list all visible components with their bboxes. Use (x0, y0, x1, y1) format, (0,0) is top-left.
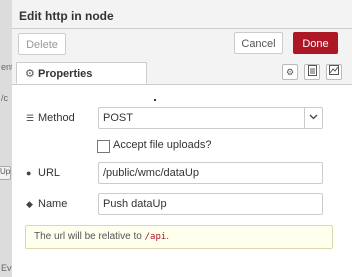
chevron-down-icon (304, 108, 322, 128)
backdrop-node: Up (0, 166, 11, 180)
tip-suffix: . (166, 231, 170, 242)
edit-node-tray: Edit http in node Delete Cancel Done ⚙ P… (12, 0, 352, 277)
tip-text: The url will be relative to (34, 231, 145, 242)
backdrop-text: /c (1, 93, 9, 103)
list-icon: ☰ (26, 113, 35, 123)
backdrop-text: Ev (1, 263, 12, 273)
url-tip: The url will be relative to /api. (25, 225, 333, 249)
url-input[interactable]: /public/wmc/dataUp (98, 162, 323, 184)
tip-code: /api (144, 232, 167, 242)
method-value: POST (103, 112, 133, 124)
url-label: ● URL (26, 167, 61, 179)
tray-header: Edit http in node (12, 0, 352, 29)
description-tab-icon[interactable] (304, 64, 320, 80)
accept-uploads-checkbox[interactable] (97, 140, 110, 153)
method-select[interactable]: POST (98, 107, 323, 129)
tray-title: Edit http in node (19, 9, 114, 23)
stray-dot (154, 99, 156, 101)
tag-icon: ◆ (26, 199, 33, 209)
settings-tab-icon[interactable]: ⚙ (282, 64, 298, 80)
done-button[interactable]: Done (293, 32, 338, 54)
document-icon (307, 65, 317, 76)
image-icon (329, 65, 339, 75)
delete-button[interactable]: Delete (18, 33, 66, 55)
gear-icon: ⚙ (25, 68, 35, 80)
tray-toolbar: Delete Cancel Done (12, 29, 352, 62)
globe-icon: ● (26, 168, 32, 178)
tab-properties[interactable]: ⚙ Properties (16, 62, 147, 84)
tab-properties-label: Properties (38, 68, 93, 80)
accept-uploads-label: Accept file uploads? (113, 139, 212, 151)
method-label: ☰ Method (26, 112, 75, 124)
name-input[interactable]: Push dataUp (98, 193, 323, 215)
properties-panel: ☰ Method POST Accept file uploads? ● URL /… (12, 85, 352, 277)
name-label: ◆ Name (26, 198, 68, 210)
appearance-tab-icon[interactable] (326, 64, 342, 80)
tab-bar: ⚙ Properties ⚙ (12, 61, 352, 85)
cancel-button[interactable]: Cancel (234, 32, 283, 54)
